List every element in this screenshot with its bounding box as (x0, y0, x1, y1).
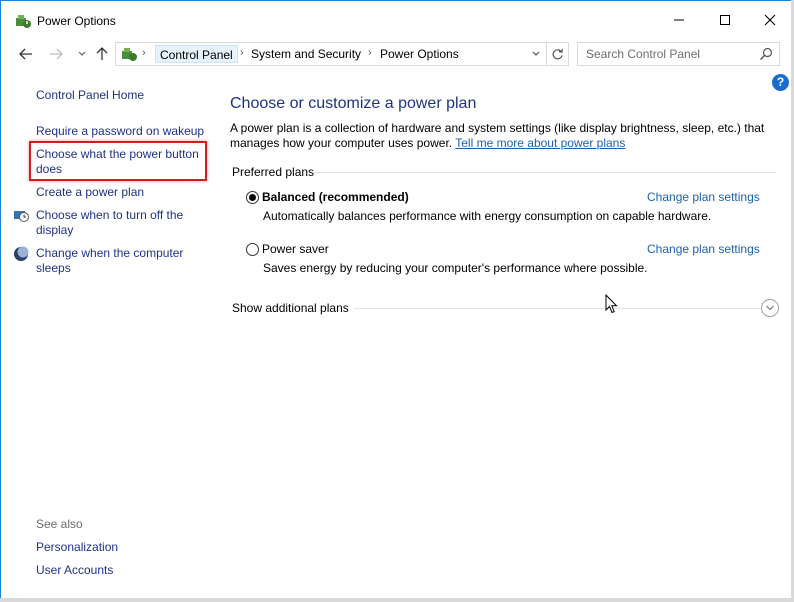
close-icon (764, 14, 776, 26)
forward-button[interactable] (46, 44, 66, 64)
see-also-personalization[interactable]: Personalization (36, 540, 118, 555)
arrow-up-icon (96, 47, 108, 60)
see-also-heading: See also (36, 517, 83, 531)
page-title: Choose or customize a power plan (230, 95, 477, 112)
power-options-app-icon (16, 15, 31, 28)
title-bar: Power Options (2, 2, 792, 38)
arrow-right-icon (50, 48, 63, 60)
breadcrumb-separator-icon: › (240, 47, 244, 59)
address-divider (546, 43, 547, 65)
expand-plans-button[interactable] (761, 299, 779, 317)
balanced-plan-name[interactable]: Balanced (recommended) (262, 190, 409, 204)
main-content: Choose or customize a power plan A power… (230, 71, 790, 591)
sidebar-item-control-panel-home[interactable]: Control Panel Home (36, 88, 144, 103)
power-options-window: Power Options › Control Panel › System a… (0, 0, 794, 602)
left-navigation-pane: Control Panel Home Require a password on… (2, 71, 212, 596)
balanced-change-settings-link[interactable]: Change plan settings (647, 190, 760, 204)
search-input[interactable]: Search Control Panel (577, 42, 780, 66)
maximize-button[interactable] (702, 3, 748, 37)
see-also-user-accounts[interactable]: User Accounts (36, 563, 113, 578)
control-panel-icon (122, 48, 137, 61)
moon-icon (14, 246, 29, 261)
power-saver-plan-name[interactable]: Power saver (262, 242, 329, 256)
power-saver-plan-radio[interactable] (246, 243, 259, 256)
show-additional-plans-label[interactable]: Show additional plans (232, 301, 349, 315)
balanced-plan-description: Automatically balances performance with … (263, 209, 712, 223)
chevron-down-icon (766, 305, 774, 311)
navigation-bar: › Control Panel › System and Security › … (2, 41, 792, 67)
refresh-button[interactable] (549, 46, 565, 62)
sidebar-item-computer-sleeps[interactable]: Change when the computer sleeps (36, 246, 196, 276)
breadcrumb-separator-icon: › (142, 47, 146, 59)
breadcrumb-separator-icon: › (368, 47, 372, 59)
up-button[interactable] (92, 44, 112, 64)
chevron-down-icon (78, 51, 86, 56)
breadcrumb-system-and-security[interactable]: System and Security (251, 47, 361, 61)
divider (314, 172, 776, 173)
search-icon (760, 47, 773, 60)
arrow-left-icon (19, 48, 32, 60)
mouse-cursor-icon (605, 294, 618, 314)
recent-locations-button[interactable] (72, 44, 92, 64)
display-clock-icon (14, 211, 29, 222)
breadcrumb-control-panel[interactable]: Control Panel (155, 45, 238, 63)
sidebar-item-require-password[interactable]: Require a password on wakeup (36, 124, 204, 139)
minimize-button[interactable] (656, 3, 702, 37)
divider (354, 308, 760, 309)
sidebar-item-turn-off-display[interactable]: Choose when to turn off the display (36, 208, 196, 238)
window-title: Power Options (37, 14, 116, 28)
address-bar[interactable]: › Control Panel › System and Security › … (115, 42, 569, 66)
page-description: A power plan is a collection of hardware… (230, 121, 770, 151)
search-placeholder: Search Control Panel (586, 47, 701, 61)
power-saver-plan-description: Saves energy by reducing your computer's… (263, 261, 648, 275)
power-saver-change-settings-link[interactable]: Change plan settings (647, 242, 760, 256)
sidebar-item-power-button[interactable]: Choose what the power button does (36, 147, 206, 177)
refresh-icon (552, 48, 563, 59)
window-shadow (0, 598, 794, 602)
learn-more-link[interactable]: Tell me more about power plans (455, 136, 625, 150)
maximize-icon (720, 15, 730, 25)
address-dropdown-button[interactable] (528, 46, 544, 62)
close-button[interactable] (747, 3, 793, 37)
sidebar-item-create-power-plan[interactable]: Create a power plan (36, 185, 144, 200)
chevron-down-icon (532, 51, 540, 56)
back-button[interactable] (16, 44, 36, 64)
preferred-plans-heading: Preferred plans (232, 165, 315, 179)
balanced-plan-radio[interactable] (246, 191, 259, 204)
breadcrumb-power-options[interactable]: Power Options (380, 47, 459, 61)
minimize-icon (674, 19, 684, 21)
